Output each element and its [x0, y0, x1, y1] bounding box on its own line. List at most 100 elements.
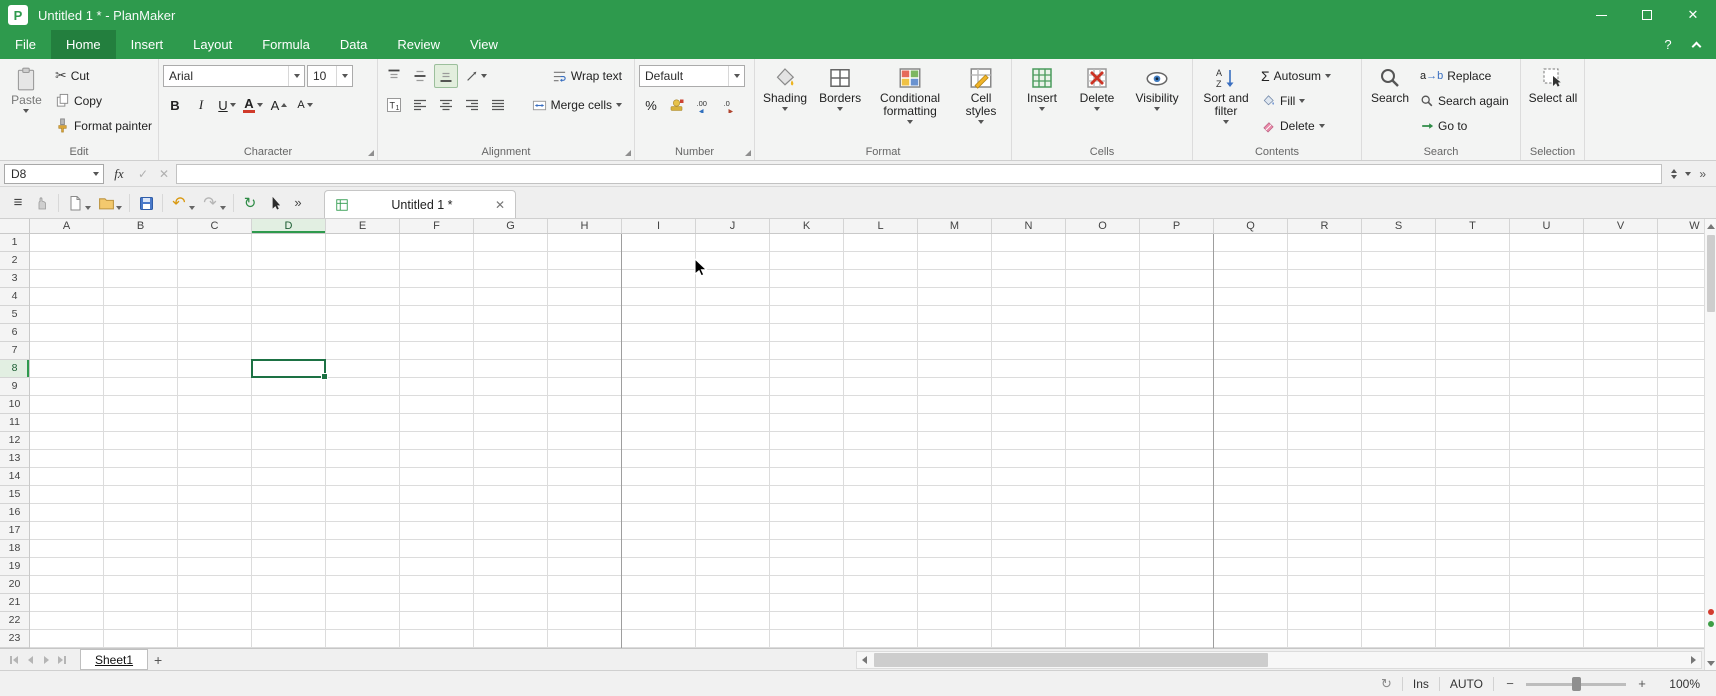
recalculate-button[interactable]: ↻	[238, 191, 262, 215]
cell-reference-dropdown[interactable]	[88, 172, 103, 176]
horizontal-scrollbar-thumb[interactable]	[874, 653, 1268, 667]
row-header-21[interactable]: 21	[0, 594, 29, 612]
select-all-corner[interactable]	[0, 219, 30, 233]
row-header-11[interactable]: 11	[0, 414, 29, 432]
sort-and-filter-button[interactable]: AZ Sort and filter	[1197, 63, 1255, 144]
text-orientation-button[interactable]	[460, 64, 492, 88]
row-header-19[interactable]: 19	[0, 558, 29, 576]
column-header-u[interactable]: U	[1510, 219, 1584, 233]
font-size-dropdown[interactable]	[336, 66, 352, 86]
formula-input[interactable]	[176, 164, 1662, 184]
horizontal-scrollbar-track[interactable]	[872, 652, 1686, 668]
row-header-23[interactable]: 23	[0, 630, 29, 648]
paste-button[interactable]: Paste	[4, 63, 49, 144]
insert-function-button[interactable]: fx	[107, 166, 131, 182]
column-header-m[interactable]: M	[918, 219, 992, 233]
column-header-j[interactable]: J	[696, 219, 770, 233]
row-header-10[interactable]: 10	[0, 396, 29, 414]
pointer-mode-button[interactable]	[262, 191, 286, 215]
redo-button[interactable]: ↷	[198, 191, 222, 215]
vertical-text-button[interactable]: T1	[382, 93, 406, 117]
chevron-down-icon[interactable]	[189, 206, 195, 210]
row-header-15[interactable]: 15	[0, 486, 29, 504]
scroll-up-button[interactable]	[1705, 219, 1716, 233]
menu-item-review[interactable]: Review	[382, 30, 455, 59]
align-center-button[interactable]	[434, 93, 458, 117]
column-header-s[interactable]: S	[1362, 219, 1436, 233]
row-header-6[interactable]: 6	[0, 324, 29, 342]
cut-button[interactable]: ✂ Cut	[52, 63, 155, 88]
merge-cells-button[interactable]: Merge cells	[529, 93, 625, 118]
row-header-13[interactable]: 13	[0, 450, 29, 468]
search-again-button[interactable]: Search again	[1417, 88, 1512, 113]
add-decimal-button[interactable]: .00	[691, 93, 715, 117]
row-header-8[interactable]: 8	[0, 360, 29, 378]
autosum-button[interactable]: Σ Autosum	[1258, 63, 1334, 88]
insert-mode-indicator[interactable]: Ins	[1413, 677, 1429, 691]
bold-button[interactable]: B	[163, 93, 187, 117]
align-right-button[interactable]	[460, 93, 484, 117]
font-name-select[interactable]: Arial	[163, 65, 305, 87]
menu-item-data[interactable]: Data	[325, 30, 382, 59]
row-header-22[interactable]: 22	[0, 612, 29, 630]
menu-item-formula[interactable]: Formula	[247, 30, 325, 59]
pan-hand-button[interactable]	[30, 191, 54, 215]
chevron-down-icon[interactable]	[220, 206, 226, 210]
align-middle-button[interactable]	[408, 64, 432, 88]
align-bottom-button[interactable]	[434, 64, 458, 88]
next-sheet-button[interactable]	[38, 652, 54, 668]
insert-cells-button[interactable]: Insert	[1016, 63, 1068, 144]
row-header-16[interactable]: 16	[0, 504, 29, 522]
row-header-14[interactable]: 14	[0, 468, 29, 486]
delete-contents-button[interactable]: Delete	[1258, 113, 1334, 138]
column-header-h[interactable]: H	[548, 219, 622, 233]
column-header-d[interactable]: D	[252, 219, 326, 233]
column-header-k[interactable]: K	[770, 219, 844, 233]
row-header-2[interactable]: 2	[0, 252, 29, 270]
number-format-select[interactable]: Default	[639, 65, 745, 87]
zoom-slider-thumb[interactable]	[1572, 677, 1581, 691]
copy-button[interactable]: Copy	[52, 88, 155, 113]
row-header-3[interactable]: 3	[0, 270, 29, 288]
scroll-down-button[interactable]	[1705, 656, 1716, 670]
previous-sheet-button[interactable]	[22, 652, 38, 668]
column-header-w[interactable]: W	[1658, 219, 1704, 233]
document-tab[interactable]: Untitled 1 * ✕	[324, 190, 516, 218]
row-header-17[interactable]: 17	[0, 522, 29, 540]
column-header-n[interactable]: N	[992, 219, 1066, 233]
auto-indicator[interactable]: AUTO	[1450, 677, 1483, 691]
shading-button[interactable]: Shading	[759, 63, 811, 144]
new-document-button[interactable]	[63, 191, 87, 215]
column-header-t[interactable]: T	[1436, 219, 1510, 233]
font-name-dropdown[interactable]	[288, 66, 304, 86]
scroll-left-button[interactable]	[857, 652, 872, 668]
row-header-12[interactable]: 12	[0, 432, 29, 450]
select-all-button[interactable]: Select all	[1526, 63, 1580, 144]
visibility-button[interactable]: Visibility	[1126, 63, 1188, 144]
collapse-ribbon-button[interactable]	[1684, 34, 1708, 56]
help-button[interactable]: ?	[1656, 34, 1680, 56]
align-top-button[interactable]	[382, 64, 406, 88]
formula-bar-more-icon[interactable]: »	[1699, 167, 1706, 181]
column-header-f[interactable]: F	[400, 219, 474, 233]
undo-button[interactable]: ↶	[167, 191, 191, 215]
column-header-v[interactable]: V	[1584, 219, 1658, 233]
close-button[interactable]: ✕	[1670, 0, 1716, 30]
column-header-i[interactable]: I	[622, 219, 696, 233]
hamburger-menu-button[interactable]: ≡	[6, 191, 30, 215]
row-header-5[interactable]: 5	[0, 306, 29, 324]
vertical-scrollbar-thumb[interactable]	[1707, 235, 1715, 312]
font-color-button[interactable]: A	[241, 93, 265, 117]
minimize-button[interactable]	[1578, 0, 1624, 30]
tab-close-icon[interactable]: ✕	[495, 198, 505, 212]
spreadsheet-grid[interactable]	[30, 234, 1704, 648]
fill-handle[interactable]	[321, 373, 328, 380]
cell-reference-box[interactable]: D8	[4, 164, 104, 184]
borders-button[interactable]: Borders	[814, 63, 866, 144]
row-header-4[interactable]: 4	[0, 288, 29, 306]
zoom-slider[interactable]	[1526, 676, 1626, 692]
remove-decimal-button[interactable]: .0	[717, 93, 741, 117]
font-size-select[interactable]: 10	[307, 65, 353, 87]
menu-item-insert[interactable]: Insert	[116, 30, 179, 59]
menu-item-file[interactable]: File	[0, 30, 51, 59]
